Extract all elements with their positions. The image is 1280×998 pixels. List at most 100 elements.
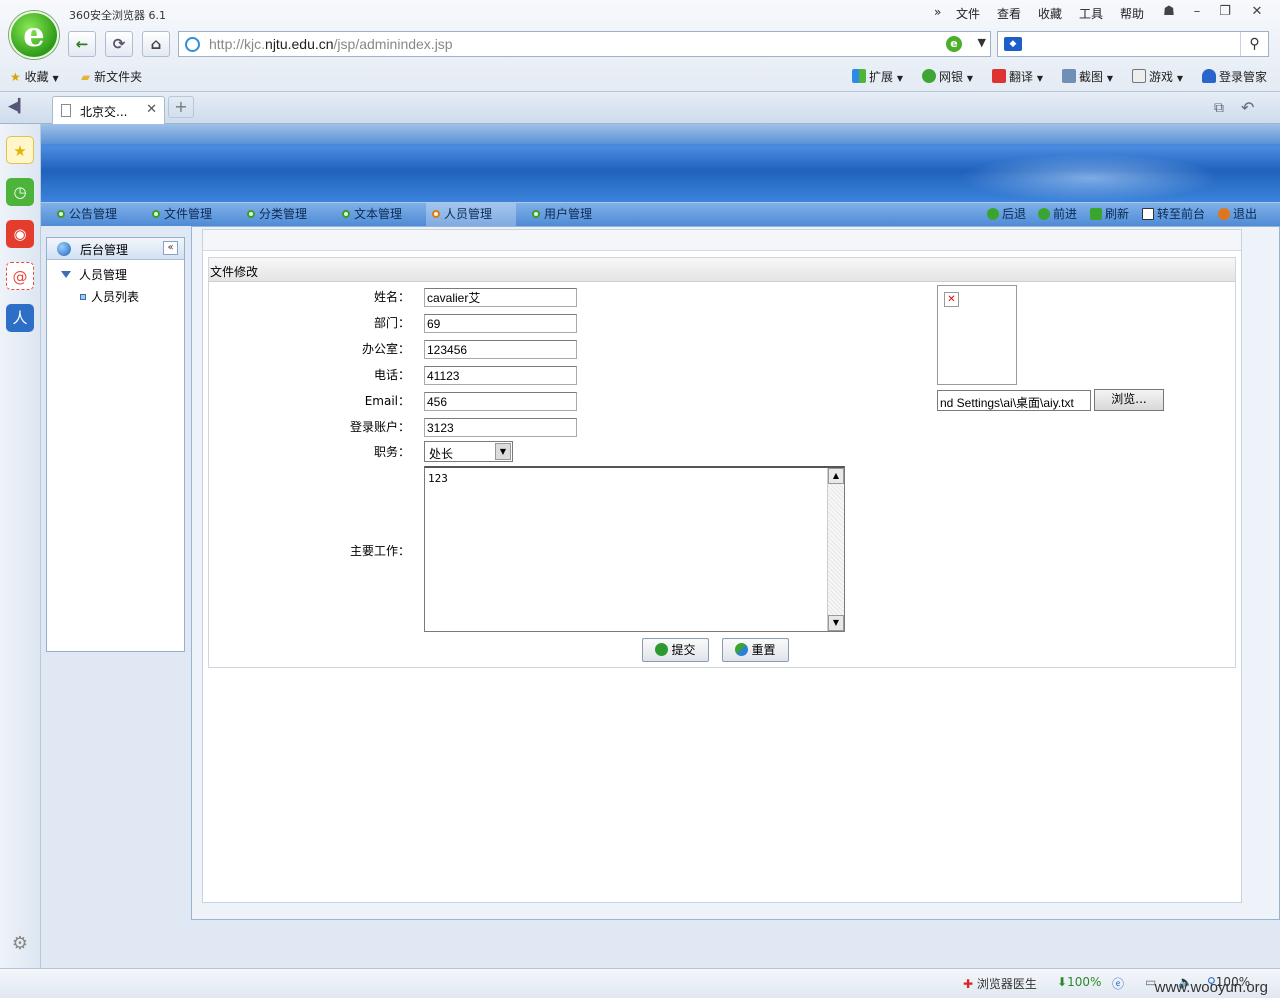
nav-logout[interactable]: 退出: [1218, 203, 1257, 226]
main-panel-header: [203, 230, 1241, 251]
new-folder-button[interactable]: ▰ 新文件夹: [81, 68, 142, 85]
browse-button[interactable]: 浏览...: [1094, 389, 1164, 411]
nav-refresh[interactable]: 刷新: [1090, 203, 1129, 226]
ie-mode-icon[interactable]: ⓔ: [1112, 975, 1124, 992]
search-input[interactable]: ◆ ⚲: [997, 31, 1269, 57]
refresh-button[interactable]: ⟳: [105, 31, 133, 57]
chevron-down-icon[interactable]: ▼: [978, 36, 986, 49]
reset-button[interactable]: 重置: [722, 638, 789, 662]
leaf-icon: [80, 294, 86, 300]
name-field[interactable]: cavalier艾: [424, 288, 577, 307]
menu-more[interactable]: »: [934, 5, 941, 19]
nav-item-announcements[interactable]: 公告管理: [51, 203, 123, 226]
file-path-value: nd Settings\ai\桌面\aiy.txt: [940, 396, 1074, 410]
close-icon[interactable]: ✕: [1246, 3, 1268, 21]
favorites-button[interactable]: ★ 收藏 ▼: [10, 68, 59, 85]
submit-button[interactable]: 提交: [642, 638, 709, 662]
reset-label: 重置: [751, 643, 776, 657]
nav-frontend[interactable]: 转至前台: [1142, 203, 1205, 226]
back-arrow-icon: [987, 208, 999, 220]
textarea-scrollbar[interactable]: ▲ ▼: [827, 468, 844, 631]
menu-view[interactable]: 查看: [997, 5, 1021, 22]
home-button[interactable]: ⌂: [142, 31, 170, 57]
search-engine-icon[interactable]: ◆: [1004, 37, 1022, 51]
nav-item-categories[interactable]: 分类管理: [241, 203, 313, 226]
back-button[interactable]: ←: [68, 31, 96, 57]
download-status[interactable]: ⬇100%: [1057, 975, 1101, 989]
main-work-textarea[interactable]: 123 ▲ ▼: [424, 466, 845, 632]
dept-field[interactable]: 69: [424, 314, 577, 333]
nav-back-label: 后退: [1002, 207, 1027, 221]
login-manager-button[interactable]: 登录管家: [1202, 68, 1267, 85]
restore-icon[interactable]: ❐: [1214, 3, 1236, 21]
translate-label: 翻译: [1009, 70, 1034, 84]
nav-item-files[interactable]: 文件管理: [146, 203, 218, 226]
grid-icon: [852, 69, 866, 83]
translate-button[interactable]: 翻译 ▼: [992, 68, 1043, 85]
medical-icon: ✚: [963, 977, 974, 991]
collapse-button[interactable]: «: [163, 241, 178, 255]
menu-file[interactable]: 文件: [956, 5, 980, 22]
bullet-icon: [432, 210, 440, 218]
scroll-up-icon[interactable]: ▲: [828, 468, 844, 484]
tree-item-personnel-list[interactable]: 人员列表: [80, 288, 139, 305]
refresh-icon: [1090, 208, 1102, 220]
games-button[interactable]: 游戏 ▼: [1132, 68, 1183, 85]
tab-close-icon[interactable]: ✕: [146, 102, 157, 117]
star-icon[interactable]: ★: [6, 136, 34, 164]
undo-close-icon[interactable]: ↶: [1241, 98, 1254, 117]
nav-item-texts[interactable]: 文本管理: [336, 203, 408, 226]
ebank-button[interactable]: 网银 ▼: [922, 68, 973, 85]
gear-icon[interactable]: ⚙: [6, 930, 34, 958]
nav-back[interactable]: 后退: [987, 203, 1026, 226]
games-label: 游戏: [1149, 70, 1174, 84]
nav-forward[interactable]: 前进: [1038, 203, 1077, 226]
search-icon[interactable]: ⚲: [1240, 32, 1268, 56]
new-tab-button[interactable]: +: [168, 96, 194, 118]
renren-icon[interactable]: 人: [6, 304, 34, 332]
ie-compat-icon[interactable]: e: [946, 36, 962, 52]
restore-tabs-icon[interactable]: ⧉: [1214, 100, 1224, 116]
phone-label: 电话：: [373, 368, 410, 382]
extensions-button[interactable]: 扩展 ▼: [852, 68, 903, 85]
clock-icon[interactable]: ◷: [6, 178, 34, 206]
menu-tools[interactable]: 工具: [1079, 5, 1103, 22]
weibo-icon[interactable]: ◉: [6, 220, 34, 248]
menu-favorites[interactable]: 收藏: [1038, 5, 1062, 22]
reset-icon: [735, 643, 749, 656]
photo-preview: ✕: [937, 285, 1017, 385]
minimize-icon[interactable]: –: [1186, 3, 1208, 21]
broken-image-icon: ✕: [944, 292, 959, 307]
phone-field[interactable]: 41123: [424, 366, 577, 385]
skin-icon[interactable]: ☗: [1158, 3, 1180, 21]
nav-item-users[interactable]: 用户管理: [526, 203, 598, 226]
menu-help[interactable]: 帮助: [1120, 5, 1144, 22]
mail-icon[interactable]: @: [6, 262, 34, 290]
tree-group-personnel[interactable]: 人员管理: [61, 266, 127, 283]
screenshot-button[interactable]: 截图 ▼: [1062, 68, 1113, 85]
browser-logo-icon[interactable]: e: [9, 11, 59, 59]
sidebar-toggle-icon[interactable]: ◀▎: [8, 99, 28, 114]
address-bar[interactable]: http://kjc.njtu.edu.cn/jsp/adminindex.js…: [178, 31, 991, 57]
url-text[interactable]: http://kjc.njtu.edu.cn/jsp/adminindex.js…: [209, 36, 453, 52]
account-field[interactable]: 3123: [424, 418, 577, 437]
chevron-down-icon[interactable]: ▼: [495, 443, 511, 460]
email-field[interactable]: 456: [424, 392, 577, 411]
tab-active[interactable]: 北京交... ✕: [52, 96, 165, 124]
dept-label: 部门：: [373, 316, 410, 330]
tree-group-label: 人员管理: [79, 268, 128, 282]
download-icon: ⬇: [1057, 975, 1068, 989]
watermark: www.wooyun.org: [1154, 979, 1268, 996]
scroll-down-icon[interactable]: ▼: [828, 615, 844, 631]
nav-item-personnel[interactable]: 人员管理: [426, 203, 516, 226]
key-icon: [1202, 69, 1216, 83]
browser-doctor[interactable]: ✚ 浏览器医生: [963, 975, 1037, 992]
favorites-label: 收藏: [24, 70, 49, 84]
file-upload-input[interactable]: nd Settings\ai\桌面\aiy.txt: [937, 390, 1091, 411]
duty-select[interactable]: 处长 ▼: [424, 441, 513, 462]
office-field[interactable]: 123456: [424, 340, 577, 359]
nav-forward-label: 前进: [1053, 207, 1078, 221]
chevron-down-icon: ▼: [1176, 74, 1183, 83]
bullet-icon: [532, 210, 540, 218]
download-value: 100%: [1067, 975, 1102, 989]
